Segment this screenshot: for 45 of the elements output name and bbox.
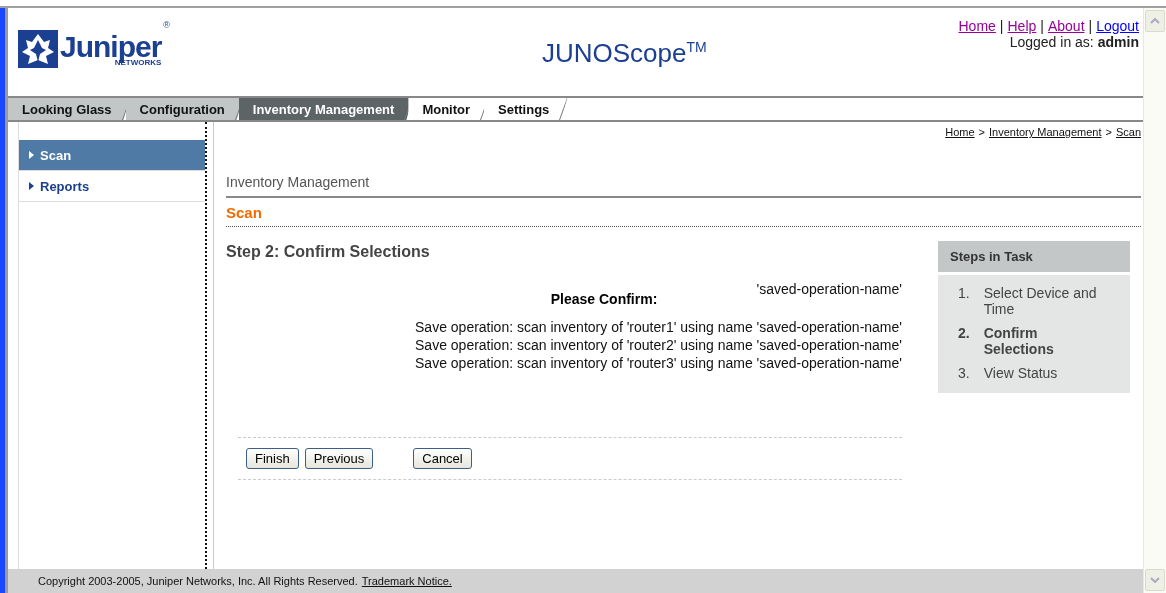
section-title: Inventory Management — [226, 174, 1141, 198]
scroll-down-button[interactable] — [1145, 569, 1165, 591]
page-title: Scan — [226, 198, 1141, 227]
confirm-line: Save operation: scan inventory of 'router3' using name 'saved-operation-name' — [415, 355, 902, 371]
login-label: Logged in as: — [1009, 34, 1094, 50]
chevron-down-icon — [1150, 577, 1160, 583]
form-button[interactable]: Cancel — [413, 448, 472, 469]
confirm-heading: Please Confirm: — [549, 291, 659, 307]
nav-tab[interactable]: Settings — [484, 98, 568, 120]
app-title: JUNOScope$^{TM}$ — [540, 38, 708, 69]
triangle-icon — [29, 151, 34, 159]
copyright-text: Copyright 2003-2005, Juniper Networks, Inc. All Rights Reserved. — [38, 575, 358, 587]
form-button[interactable]: Previous — [304, 448, 374, 469]
header-link[interactable]: About — [1047, 18, 1085, 34]
confirm-line: Save operation: scan inventory of 'router1' using name 'saved-operation-name' — [415, 319, 902, 335]
form-button[interactable]: Finish — [246, 448, 299, 469]
step-number: 3. — [958, 365, 970, 381]
trademark-link[interactable]: Trademark Notice. — [361, 575, 452, 587]
link-separator: | — [1088, 18, 1093, 34]
sidebar-item[interactable]: Scan — [19, 140, 205, 171]
link-separator: | — [999, 18, 1004, 34]
scroll-up-button[interactable] — [1145, 10, 1165, 32]
link-separator: | — [1040, 18, 1044, 34]
registered-mark: ® — [163, 20, 170, 30]
step-label: Confirm Selections — [983, 325, 1055, 357]
login-user: admin — [1097, 34, 1139, 50]
breadcrumb-link[interactable]: Home — [945, 126, 975, 138]
step-title: Step 2: Confirm Selections — [226, 243, 431, 261]
breadcrumb-separator: > — [1105, 126, 1112, 138]
header-link[interactable]: Help — [1007, 18, 1037, 34]
breadcrumb-link[interactable]: Inventory Management — [988, 126, 1102, 138]
steps-header: Steps in Task — [938, 241, 1130, 272]
step-label: Select Device and Time — [983, 285, 1098, 317]
triangle-icon — [29, 182, 34, 190]
header-link[interactable]: Home — [958, 18, 996, 34]
header-link[interactable]: Logout — [1096, 18, 1139, 34]
breadcrumb-link[interactable]: Scan — [1115, 126, 1141, 138]
step-label: View Status — [983, 365, 1059, 381]
breadcrumb-separator: > — [978, 126, 985, 138]
confirm-line: Save operation: scan inventory of 'router2' using name 'saved-operation-name' — [415, 337, 902, 353]
logo-name: Juniper — [60, 31, 162, 62]
operation-name: 'saved-operation-name' — [755, 281, 902, 297]
step-number: 1. — [958, 285, 970, 303]
chevron-up-icon — [1150, 18, 1160, 24]
step-number: 2. — [958, 325, 970, 343]
